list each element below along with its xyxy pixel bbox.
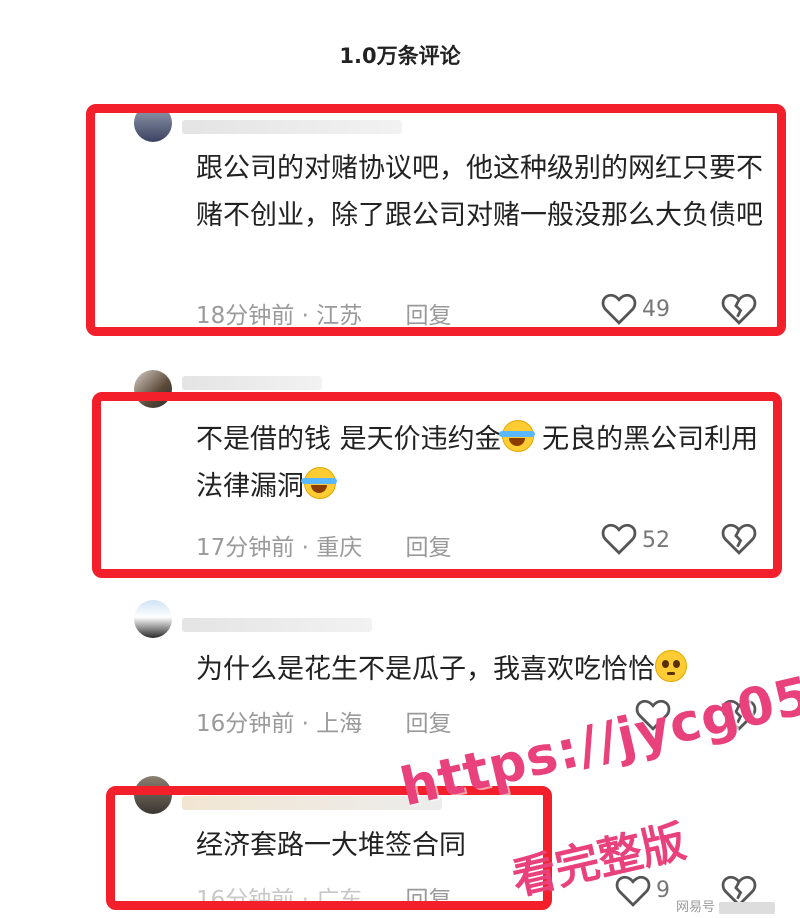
comment-text-part: 为什么是花生不是瓜子，我喜欢吃恰恰 xyxy=(196,654,655,685)
like-count: 9 xyxy=(656,878,670,903)
comment-text: 为什么是花生不是瓜子，我喜欢吃恰恰 xyxy=(196,646,776,693)
reply-button[interactable]: 回复 xyxy=(406,711,452,737)
highlight-box xyxy=(86,104,786,336)
username[interactable] xyxy=(182,618,372,632)
comment-location: 上海 xyxy=(316,711,363,737)
username[interactable] xyxy=(182,376,322,390)
comments-title: 1.0万条评论 xyxy=(339,44,461,68)
comment-time: 16分钟前 xyxy=(196,711,295,737)
highlight-box xyxy=(92,392,782,578)
source-label: 网易号 xyxy=(676,896,776,915)
highlight-box xyxy=(106,786,552,910)
blurred-account-name xyxy=(719,901,776,914)
avatar[interactable] xyxy=(134,600,172,638)
comment-meta: 16分钟前 · 上海 回复 xyxy=(196,711,452,737)
pleading-face-emoji xyxy=(655,650,687,682)
